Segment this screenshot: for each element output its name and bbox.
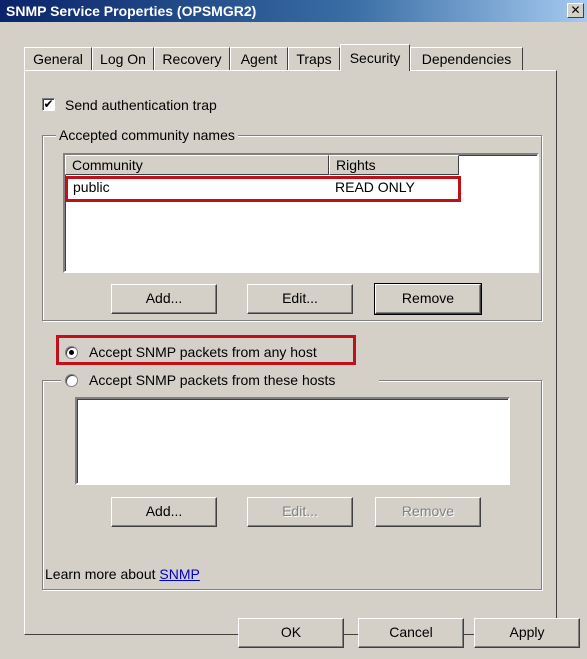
community-names-group-label: Accepted community names [56,127,238,143]
add-host-button[interactable]: Add... [111,497,217,527]
remove-host-button[interactable]: Remove [375,497,481,527]
community-list[interactable]: Community Rights public READ ONLY [63,153,539,273]
learn-more-text: Learn more about SNMP [45,566,200,582]
window-titlebar: SNMP Service Properties (OPSMGR2) ✕ [0,0,587,22]
annotation-highlight-accept-any [56,335,356,365]
dialog-body: General Log On Recovery Agent Traps Secu… [0,22,587,659]
learn-more-prefix: Learn more about [45,566,160,582]
accept-these-hosts-radio[interactable] [65,374,78,387]
cancel-button[interactable]: Cancel [358,618,464,648]
annotation-highlight-community-row [65,176,461,202]
accept-these-hosts-label: Accept SNMP packets from these hosts [89,372,336,388]
security-tab-panel: ✔ Send authentication trap Accepted comm… [24,70,557,635]
send-auth-trap-checkbox[interactable]: ✔ [42,98,55,111]
tab-log-on[interactable]: Log On [92,47,154,70]
remove-community-button[interactable]: Remove [374,283,482,315]
apply-button[interactable]: Apply [474,618,580,648]
edit-host-button[interactable]: Edit... [247,497,353,527]
tab-agent[interactable]: Agent [230,47,288,70]
close-icon[interactable]: ✕ [567,3,584,18]
add-community-button[interactable]: Add... [111,284,217,314]
tab-dependencies[interactable]: Dependencies [410,47,523,70]
tab-recovery[interactable]: Recovery [154,47,230,70]
ok-button[interactable]: OK [238,618,344,648]
tab-security[interactable]: Security [340,44,410,71]
tab-traps[interactable]: Traps [288,47,340,70]
send-auth-trap-label: Send authentication trap [65,97,217,113]
hosts-list[interactable] [75,397,510,485]
column-header-rights[interactable]: Rights [329,155,459,175]
snmp-help-link[interactable]: SNMP [159,566,199,582]
edit-community-button[interactable]: Edit... [247,284,353,314]
window-title: SNMP Service Properties (OPSMGR2) [6,3,257,19]
tab-general[interactable]: General [24,47,92,70]
column-header-community[interactable]: Community [65,155,329,175]
